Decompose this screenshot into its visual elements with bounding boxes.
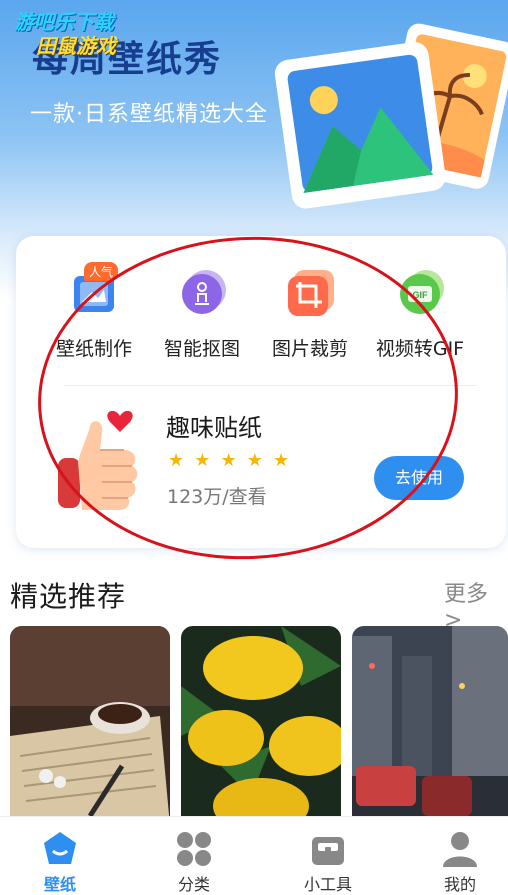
- wallpaper-thumb[interactable]: [181, 626, 341, 826]
- use-button[interactable]: 去使用: [374, 456, 464, 500]
- tab-tools[interactable]: 小工具: [278, 817, 378, 894]
- featured-title: 精选推荐: [10, 580, 127, 613]
- sticker-title: 趣味贴纸: [166, 414, 262, 442]
- gif-icon: GIF: [400, 270, 444, 314]
- tool-image-crop[interactable]: 图片裁剪: [250, 266, 370, 361]
- toolbox-icon: [312, 837, 344, 865]
- wallpaper-icon: [44, 832, 76, 864]
- coffee-book-image: [10, 626, 170, 826]
- lemon-image: [181, 626, 341, 826]
- svg-text:GIF: GIF: [413, 290, 429, 300]
- more-link[interactable]: 更多 >: [444, 576, 508, 633]
- tool-wallpaper-maker[interactable]: 人气 壁纸制作: [34, 262, 154, 361]
- gallery-illustration-icon: [274, 23, 508, 209]
- watermark-line-2: 田鼠游戏: [36, 34, 116, 58]
- hot-badge: 人气: [84, 262, 119, 281]
- rating-stars: ★ ★ ★ ★ ★: [168, 450, 294, 471]
- tab-profile[interactable]: 我的: [410, 817, 508, 894]
- tool-label: 视频转GIF: [375, 338, 465, 360]
- tool-label: 智能抠图: [163, 338, 240, 360]
- tool-smart-cutout[interactable]: 智能抠图: [142, 266, 262, 361]
- bottom-tab-bar: 壁纸 分类 小工具 我的: [0, 816, 508, 894]
- fun-sticker-item[interactable]: 趣味贴纸 ★ ★ ★ ★ ★ 123万/查看 去使用: [16, 386, 506, 546]
- tool-label: 图片裁剪: [271, 338, 348, 360]
- star-icon: ★: [168, 450, 185, 471]
- person-cutout-icon: [182, 270, 226, 314]
- tools-card: 人气 壁纸制作 智能抠图 图片裁剪 GIF 视频转GIF 趣味贴纸 ★ ★ ★ …: [16, 236, 506, 548]
- watermark-line-1: 游吧乐下载: [14, 10, 114, 34]
- wallpaper-thumb[interactable]: [10, 626, 170, 826]
- profile-icon: [443, 832, 477, 867]
- star-icon: ★: [272, 450, 290, 471]
- tool-label: 壁纸制作: [55, 338, 132, 360]
- watermark: 游吧乐下载 田鼠游戏: [14, 10, 116, 58]
- star-icon: ★: [220, 450, 237, 471]
- thumbs-up-icon: [58, 410, 138, 510]
- tab-label: 壁纸: [43, 875, 76, 894]
- tools-row: 人气 壁纸制作 智能抠图 图片裁剪 GIF 视频转GIF: [16, 262, 506, 386]
- star-icon: ★: [194, 450, 211, 471]
- tab-wallpaper[interactable]: 壁纸: [10, 817, 110, 894]
- star-icon: ★: [246, 450, 263, 471]
- city-street-image: [352, 626, 508, 826]
- category-icon: [177, 832, 211, 866]
- tab-label: 我的: [443, 875, 476, 894]
- view-count: 123万/查看: [167, 486, 267, 508]
- crop-icon: [288, 270, 334, 316]
- app-subtitle: 一款·日系壁纸精选大全: [30, 102, 268, 127]
- tab-label: 小工具: [303, 875, 352, 894]
- wallpaper-thumb[interactable]: [352, 626, 508, 826]
- tab-label: 分类: [177, 875, 210, 894]
- tab-category[interactable]: 分类: [144, 817, 244, 894]
- tool-video-to-gif[interactable]: GIF 视频转GIF: [360, 266, 480, 361]
